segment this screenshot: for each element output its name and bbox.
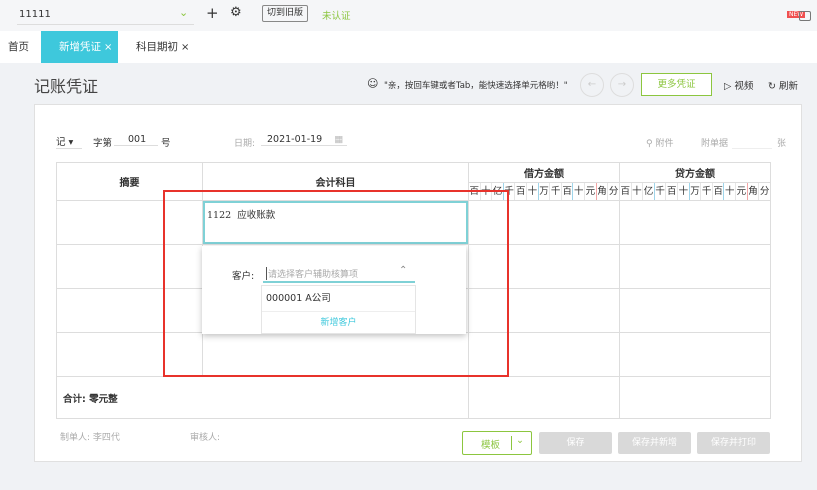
calendar-icon[interactable]: ▦ bbox=[334, 134, 343, 145]
word-no-label: 字第 bbox=[93, 138, 113, 149]
smile-icon: ☺ bbox=[367, 77, 379, 90]
account-select[interactable]: 11111 ⌄ bbox=[17, 6, 194, 25]
close-icon[interactable]: × bbox=[181, 42, 189, 53]
tab-home[interactable]: 首页 bbox=[8, 31, 29, 63]
unit-label: 千 bbox=[549, 183, 561, 200]
total-label: 合计: bbox=[63, 393, 86, 405]
save-and-new-button[interactable]: 保存并新增 bbox=[618, 432, 691, 454]
attachment-button[interactable]: ⚲ 附件 bbox=[646, 136, 673, 149]
next-voucher-button[interactable]: → bbox=[610, 73, 634, 97]
unit-label: 十 bbox=[723, 183, 735, 200]
tip-text: "亲，按回车键或者Tab，能快速选择单元格哟！" bbox=[384, 81, 568, 91]
tab-bar: 首页 新增凭证 × 科目期初 × bbox=[0, 31, 817, 63]
tv-icon[interactable] bbox=[799, 11, 811, 21]
tab-subject-opening[interactable]: 科目期初 × bbox=[136, 31, 189, 63]
page-title: 记账凭证 bbox=[34, 77, 99, 96]
unit-label: 十 bbox=[630, 183, 643, 200]
template-label: 模板 bbox=[481, 440, 501, 451]
unit-label: 万 bbox=[688, 183, 701, 200]
refresh-button[interactable]: ↻ 刷新 bbox=[768, 78, 798, 92]
chevron-down-icon: ⌄ bbox=[179, 6, 189, 19]
save-and-print-button[interactable]: 保存并打印 bbox=[697, 432, 770, 454]
chevron-down-icon[interactable]: ⌄ bbox=[516, 435, 524, 446]
unit-label: 分 bbox=[607, 183, 619, 200]
unit-label: 十 bbox=[572, 183, 584, 200]
highlight-box bbox=[163, 190, 509, 377]
unit-label: 百 bbox=[711, 183, 724, 200]
number-suffix: 号 bbox=[161, 138, 171, 149]
unit-label: 元 bbox=[584, 183, 596, 200]
unit-label: 十 bbox=[526, 183, 538, 200]
unit-label: 万 bbox=[537, 183, 550, 200]
unit-label: 百 bbox=[665, 183, 677, 200]
video-button[interactable]: ▷ 视频 bbox=[724, 78, 753, 92]
total-value: 零元整 bbox=[89, 393, 118, 405]
unit-label: 百 bbox=[560, 183, 573, 200]
voucher-number-input[interactable]: 001 bbox=[114, 134, 158, 146]
total-row: 合计: 零元整 bbox=[56, 376, 771, 419]
gear-icon[interactable]: ⚙ bbox=[230, 5, 242, 20]
more-vouchers-button[interactable]: 更多凭证 bbox=[641, 73, 712, 96]
prev-voucher-button[interactable]: ← bbox=[580, 73, 604, 97]
plus-icon[interactable]: + bbox=[206, 4, 219, 22]
unit-label: 十 bbox=[677, 183, 689, 200]
close-icon[interactable]: × bbox=[104, 42, 112, 53]
unit-label: 角 bbox=[746, 183, 759, 200]
template-button[interactable]: 模板 ⌄ bbox=[462, 431, 532, 455]
reviewer-label: 审核人: bbox=[190, 433, 221, 443]
unit-label: 百 bbox=[620, 186, 631, 197]
date-input[interactable]: 2021-01-19 ▦ bbox=[261, 134, 347, 146]
switch-old-version-button[interactable]: 切到旧版 bbox=[262, 5, 309, 22]
account-name: 11111 bbox=[19, 9, 51, 20]
unit-label: 亿 bbox=[642, 183, 654, 200]
credit-units: 百十亿千百十万千百十元角分 bbox=[620, 183, 770, 200]
tab-new-voucher[interactable]: 新增凭证 × bbox=[41, 31, 118, 63]
unit-label: 角 bbox=[595, 183, 608, 200]
attach-count-input[interactable] bbox=[732, 148, 772, 149]
credit-header: 贷方金额 bbox=[619, 162, 771, 183]
debit-header: 借方金额 bbox=[468, 162, 620, 183]
date-label: 日期: bbox=[234, 139, 256, 149]
top-bar: 11111 ⌄ + ⚙ 切到旧版 未认证 NEW bbox=[0, 0, 817, 31]
save-button[interactable]: 保存 bbox=[539, 432, 612, 454]
unit-label: 千 bbox=[700, 183, 712, 200]
attach-unit: 张 bbox=[777, 139, 787, 149]
unit-label: 千 bbox=[653, 183, 666, 200]
auth-status[interactable]: 未认证 bbox=[322, 8, 351, 22]
attach-count-label: 附单据 bbox=[701, 139, 729, 149]
unit-label: 百 bbox=[514, 183, 526, 200]
unit-label: 元 bbox=[735, 183, 747, 200]
maker-label: 制单人: 李四代 bbox=[60, 433, 120, 443]
voucher-type-select[interactable]: 记 ▾ bbox=[56, 134, 82, 149]
unit-label: 分 bbox=[758, 183, 770, 200]
